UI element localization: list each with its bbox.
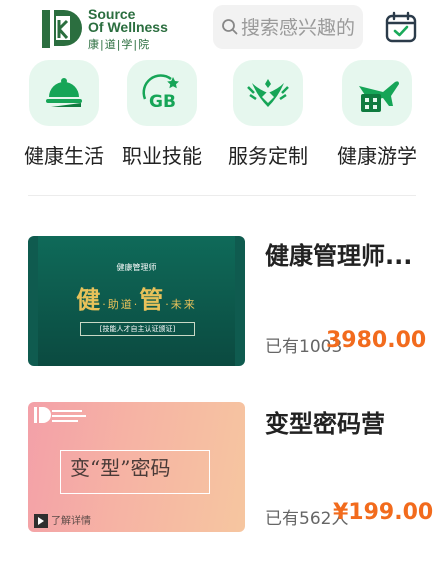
search-icon — [222, 19, 238, 35]
play-icon — [34, 514, 48, 528]
logo-mark-icon — [42, 10, 82, 48]
thumb-title-text: 变“型”密码 — [70, 456, 171, 480]
logo-line-2: Of Wellness — [88, 19, 168, 35]
thumbnail-panel: 健康管理师 健·助道·管·未来 [技能人才自主认证颁证] — [38, 236, 235, 366]
brand-logo[interactable]: Source Of Wellness 康|道|学|院 — [42, 7, 192, 51]
calendar-check-icon[interactable] — [384, 10, 418, 44]
category-label: 健康生活 — [24, 144, 104, 168]
thumb-main-2: 管 — [139, 286, 166, 314]
course-thumbnail[interactable]: 健康管理师 健·助道·管·未来 [技能人才自主认证颁证] — [28, 236, 245, 366]
category-label: 健康游学 — [337, 144, 417, 168]
mini-logo-icon — [34, 407, 86, 423]
category-label: 服务定制 — [228, 144, 308, 168]
category-job-skills[interactable]: GB 职业技能 — [112, 56, 212, 174]
course-thumbnail[interactable]: 变“型”密码 了解详情 — [28, 402, 245, 532]
course-title[interactable]: 变型密码营 — [265, 404, 385, 439]
plane-building-icon — [342, 60, 412, 126]
wreath-icon — [233, 60, 303, 126]
course-price: 3980.00 — [326, 328, 427, 353]
course-card[interactable]: 变“型”密码 了解详情 变型密码营 已有562人 ¥199.00 — [0, 388, 435, 538]
section-divider — [28, 195, 416, 196]
course-title[interactable]: 健康管理师... — [265, 236, 412, 271]
course-card[interactable]: 健康管理师 健·助道·管·未来 [技能人才自主认证颁证] 健康管理师... 已有… — [0, 222, 435, 372]
category-health-life[interactable]: 健康生活 — [14, 56, 114, 174]
app-header: Source Of Wellness 康|道|学|院 搜索感兴趣的 — [0, 0, 435, 56]
category-label: 职业技能 — [122, 144, 202, 168]
svg-text:GB: GB — [149, 92, 176, 112]
learn-more-label: 了解详情 — [51, 516, 91, 527]
category-health-travel[interactable]: 健康游学 — [327, 56, 427, 174]
gb-standard-icon: GB — [127, 60, 197, 126]
course-price: ¥199.00 — [333, 500, 434, 525]
search-bar[interactable]: 搜索感兴趣的 — [213, 5, 363, 49]
logo-text: Source Of Wellness 康|道|学|院 — [88, 7, 198, 52]
thumb-main-text: 健·助道·管·未来 — [38, 280, 235, 315]
category-grid: 健康生活 GB 职业技能 服务定制 健康游学 — [0, 56, 435, 174]
thumb-sub-1: ·助道· — [102, 298, 140, 311]
thumb-main-1: 健 — [76, 286, 103, 314]
logo-line-3: 康|道|学|院 — [88, 38, 151, 51]
category-custom-service[interactable]: 服务定制 — [218, 56, 318, 174]
search-input[interactable]: 搜索感兴趣的 — [241, 13, 355, 40]
learn-more-link[interactable]: 了解详情 — [34, 512, 91, 528]
thumb-sub-2: ·未来 — [165, 298, 197, 311]
cloche-icon — [29, 60, 99, 126]
thumb-top-text: 健康管理师 — [116, 263, 157, 272]
thumb-bottom-text: [技能人才自主认证颁证] — [80, 322, 195, 336]
